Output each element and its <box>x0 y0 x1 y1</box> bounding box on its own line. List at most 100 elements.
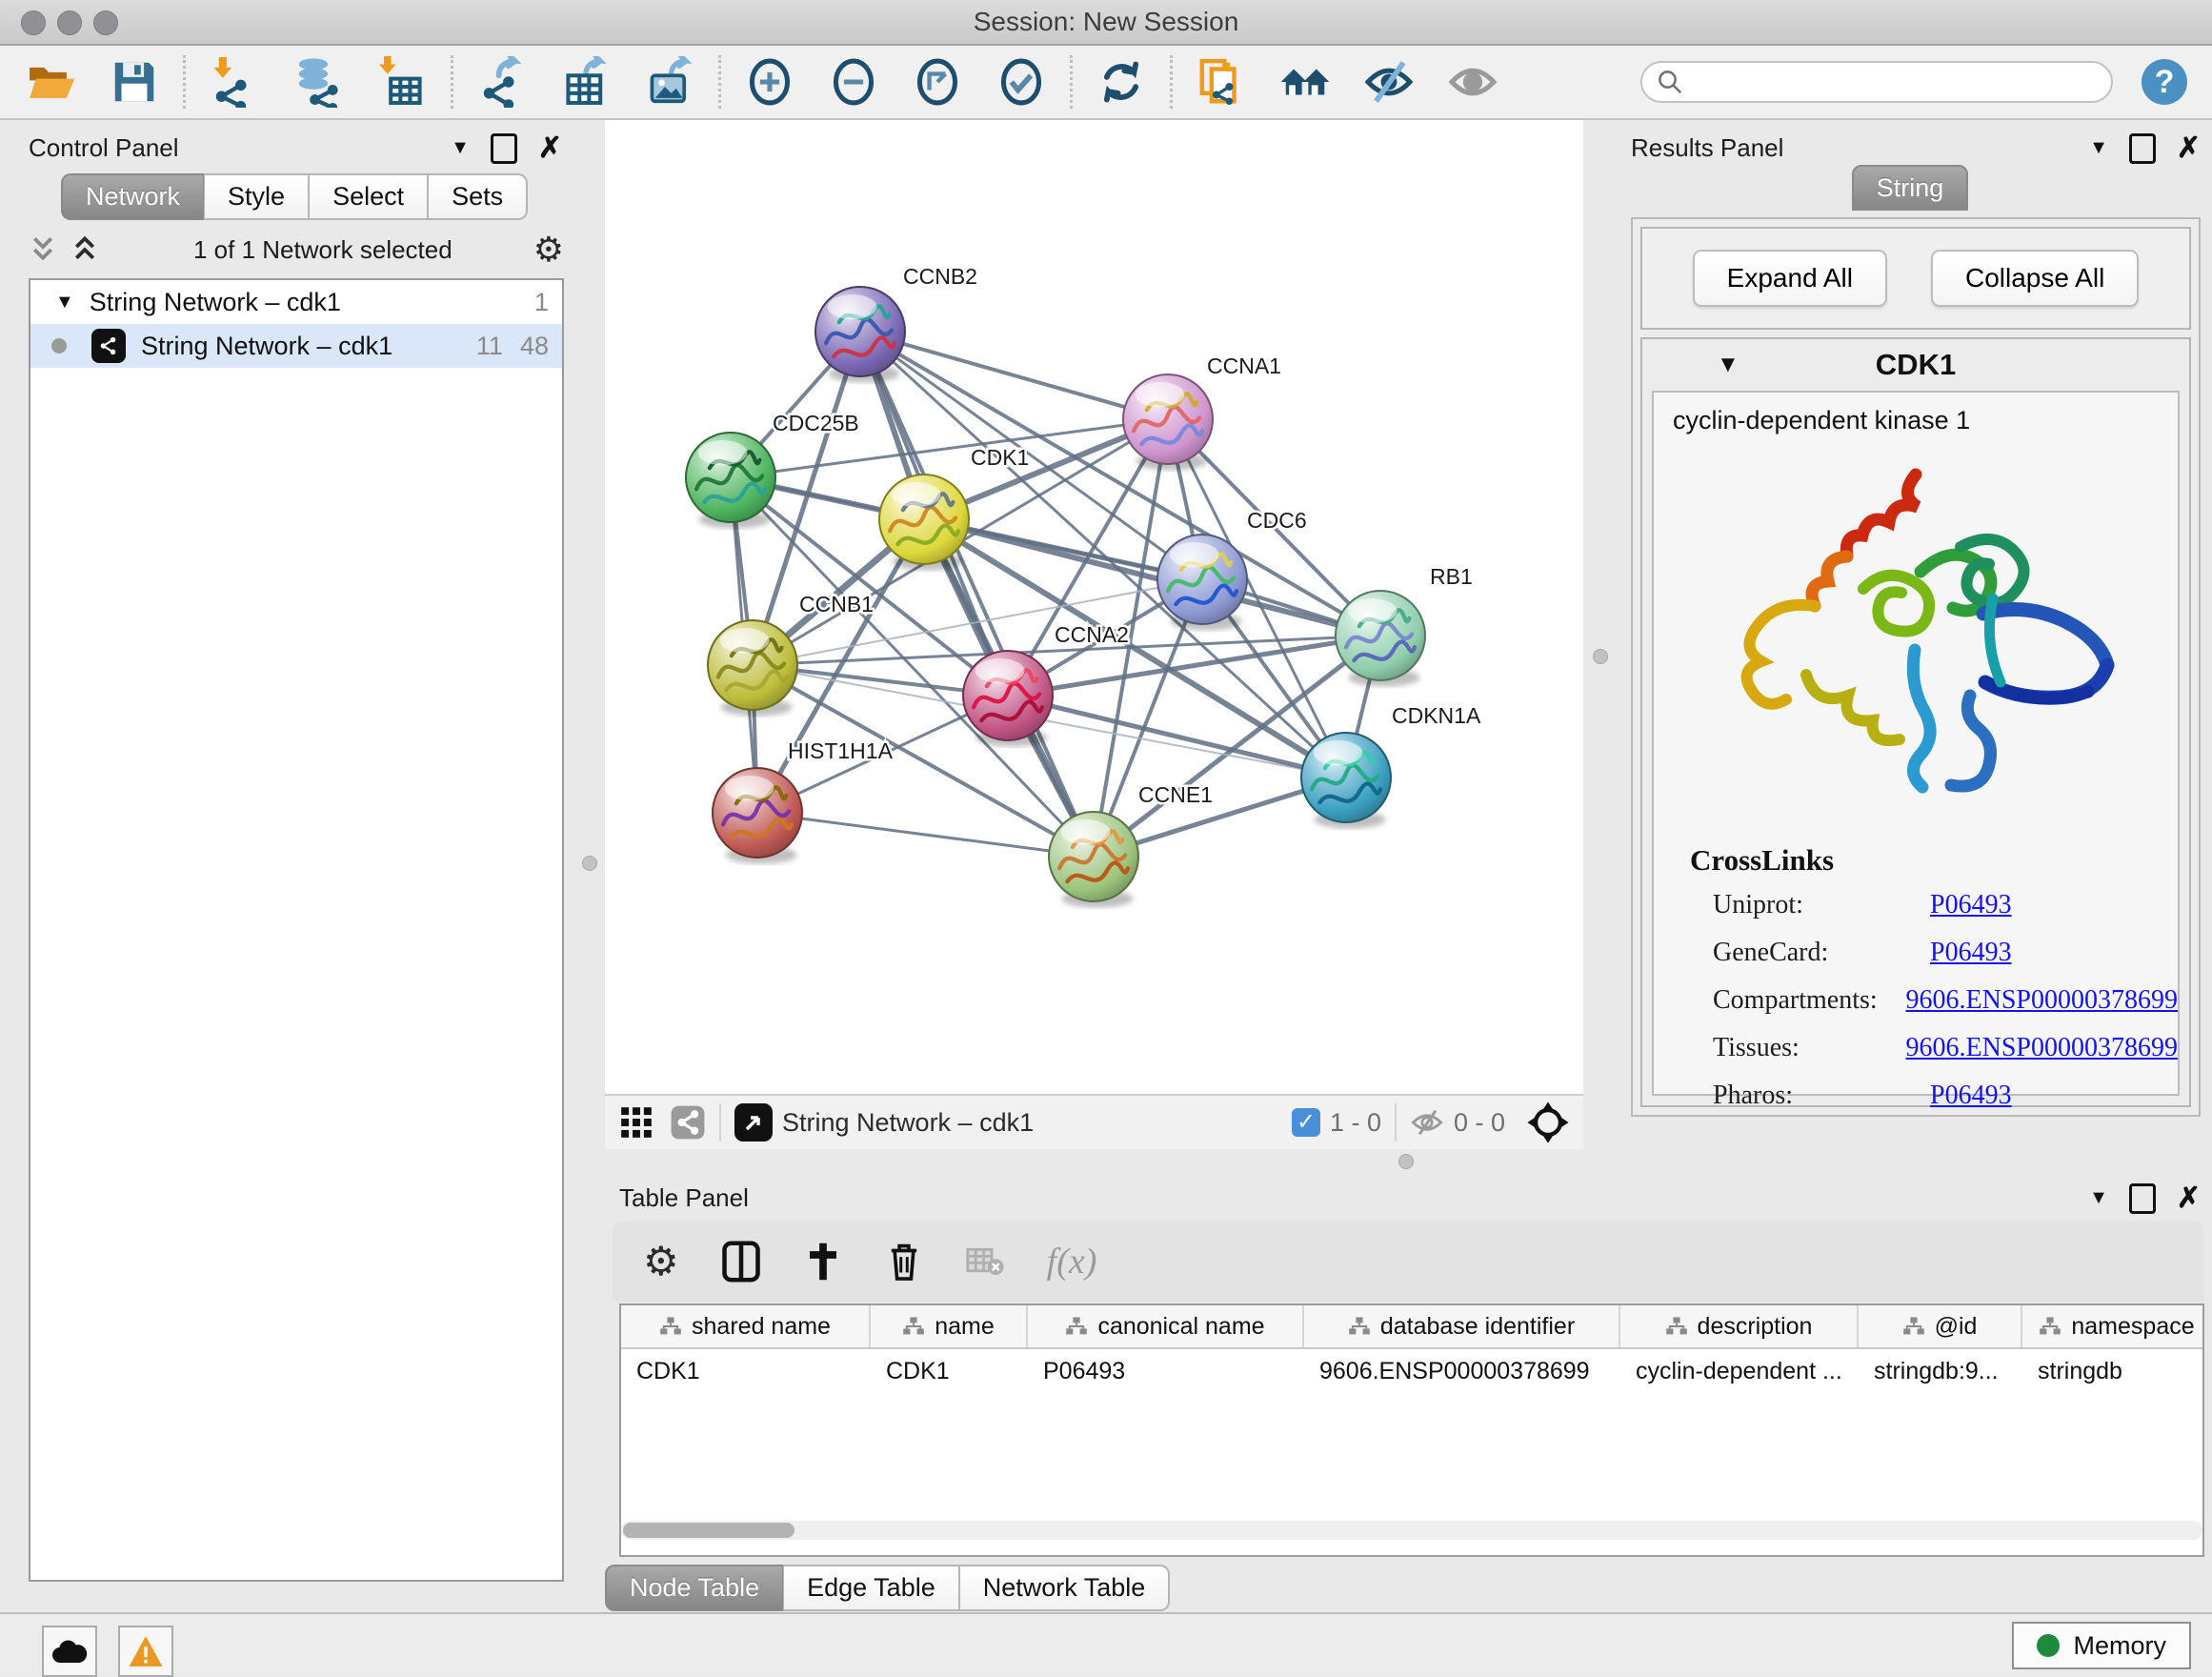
zoom-in-icon[interactable] <box>744 56 795 108</box>
network-list-icon[interactable] <box>670 1104 706 1141</box>
grid-view-icon[interactable] <box>618 1104 654 1141</box>
right-splitter-handle[interactable] <box>1593 649 1608 664</box>
network-edge-count: 48 <box>520 332 549 361</box>
table-horizontal-scrollbar[interactable] <box>621 1521 2202 1540</box>
add-column-icon[interactable] <box>803 1240 843 1283</box>
network-node-hist1h1a[interactable]: HIST1H1A <box>713 738 894 864</box>
zoom-fit-icon[interactable] <box>912 56 963 108</box>
tab-style[interactable]: Style <box>204 173 309 220</box>
column-header-description[interactable]: description <box>1620 1305 1859 1347</box>
crosslink-row: Pharos:P06493 <box>1654 1072 2178 1120</box>
save-session-icon[interactable] <box>109 56 160 108</box>
network-edge[interactable] <box>924 519 1380 636</box>
clone-network-icon[interactable] <box>1196 56 1247 108</box>
cloud-button[interactable] <box>42 1626 97 1677</box>
network-row[interactable]: String Network – cdk1 11 48 <box>30 324 562 368</box>
main-toolbar: ? <box>0 46 2212 120</box>
control-panel-float-icon[interactable] <box>491 133 517 164</box>
show-columns-icon[interactable] <box>721 1240 761 1283</box>
table-options-gear-icon[interactable]: ⚙ <box>643 1244 679 1279</box>
tab-node-table[interactable]: Node Table <box>605 1565 783 1611</box>
bottom-splitter-handle[interactable] <box>1398 1154 1414 1169</box>
table-panel-close-icon[interactable]: ✗ <box>2177 1182 2201 1215</box>
help-button[interactable]: ? <box>2142 59 2187 105</box>
zoom-selected-icon[interactable] <box>995 56 1047 108</box>
table-cell[interactable]: cyclin-dependent ... <box>1620 1349 1859 1393</box>
column-header-canonical-name[interactable]: canonical name <box>1028 1305 1304 1347</box>
table-cell[interactable]: P06493 <box>1028 1349 1304 1393</box>
hidden-eye-icon[interactable] <box>1410 1105 1444 1140</box>
tab-network-table[interactable]: Network Table <box>959 1565 1171 1611</box>
birds-eye-view-icon[interactable] <box>734 1103 773 1142</box>
table-panel-float-icon[interactable] <box>2129 1183 2156 1214</box>
table-cell[interactable]: stringdb:9... <box>1859 1349 2022 1393</box>
collapse-all-button[interactable]: Collapse All <box>1931 250 2139 307</box>
warnings-button[interactable] <box>118 1626 173 1677</box>
tab-network[interactable]: Network <box>61 173 204 220</box>
network-node-cdk1[interactable]: CDK1 <box>879 445 1029 571</box>
control-panel-menu-icon[interactable]: ▼ <box>451 137 470 159</box>
table-panel-menu-icon[interactable]: ▼ <box>2089 1187 2108 1209</box>
network-collection-row[interactable]: ▼ String Network – cdk1 1 <box>30 280 562 324</box>
collection-expand-icon[interactable]: ▼ <box>55 292 74 313</box>
tab-edge-table[interactable]: Edge Table <box>783 1565 959 1611</box>
results-panel-menu-icon[interactable]: ▼ <box>2089 137 2108 159</box>
welcome-screen-icon[interactable] <box>1279 56 1331 108</box>
column-header-id[interactable]: @id <box>1859 1305 2022 1347</box>
expand-all-button[interactable]: Expand All <box>1693 250 1887 307</box>
network-graph[interactable]: CCNB2CCNA1CDC25BCDK1CDC6RB1CCNB1CCNA2CDK… <box>605 120 1583 1094</box>
crosslink-link[interactable]: P06493 <box>1930 890 2012 920</box>
delete-column-icon[interactable] <box>885 1240 923 1283</box>
tab-sets[interactable]: Sets <box>428 173 528 220</box>
collapse-all-chevron-icon[interactable] <box>29 234 57 265</box>
import-table-icon[interactable] <box>376 56 428 108</box>
network-options-gear-icon[interactable]: ⚙ <box>533 232 564 267</box>
table-cell[interactable]: 9606.ENSP00000378699 <box>1304 1349 1620 1393</box>
crosslink-link[interactable]: 9606.ENSP00000378699 <box>1906 1033 2178 1063</box>
crosslink-link[interactable]: P06493 <box>1930 938 2012 968</box>
refresh-layout-icon[interactable] <box>1096 56 1147 108</box>
hide-selected-eye-icon[interactable] <box>1363 56 1415 108</box>
left-splitter-handle[interactable] <box>582 856 597 871</box>
import-network-file-icon[interactable] <box>209 56 260 108</box>
entry-collapse-icon[interactable]: ▼ <box>1717 352 1739 378</box>
import-network-database-icon[interactable] <box>292 56 344 108</box>
result-entry-header[interactable]: ▼ CDK1 <box>1642 339 2189 391</box>
network-row-label: String Network – cdk1 <box>141 332 392 361</box>
node-table[interactable]: shared namenamecanonical namedatabase id… <box>619 1303 2204 1557</box>
tab-string[interactable]: String <box>1852 165 1969 211</box>
network-node-ccne1[interactable]: CCNE1 <box>1049 782 1213 908</box>
tab-select[interactable]: Select <box>309 173 428 220</box>
table-cell[interactable]: CDK1 <box>621 1349 871 1393</box>
table-cell[interactable]: stringdb <box>2022 1349 2204 1393</box>
open-session-icon[interactable] <box>25 56 76 108</box>
expand-all-chevron-icon[interactable] <box>70 234 99 265</box>
column-header-shared-name[interactable]: shared name <box>621 1305 871 1347</box>
network-edge[interactable] <box>860 332 1094 857</box>
column-header-namespace[interactable]: namespace <box>2022 1305 2204 1347</box>
memory-button[interactable]: Memory <box>2012 1622 2191 1669</box>
results-panel-float-icon[interactable] <box>2129 133 2156 164</box>
table-row[interactable]: CDK1CDK1P064939606.ENSP00000378699cyclin… <box>621 1349 2202 1393</box>
zoom-out-icon[interactable] <box>828 56 879 108</box>
table-cell[interactable]: CDK1 <box>871 1349 1028 1393</box>
column-header-database-identifier[interactable]: database identifier <box>1304 1305 1620 1347</box>
crosslink-link[interactable]: 9606.ENSP00000378699 <box>1906 985 2178 1016</box>
search-input[interactable] <box>1640 61 2113 103</box>
network-edge[interactable] <box>757 813 1094 857</box>
graphics-details-eye-icon[interactable] <box>1447 56 1498 108</box>
export-network-icon[interactable] <box>476 56 528 108</box>
network-node-rb1[interactable]: RB1 <box>1336 564 1473 687</box>
column-header-name[interactable]: name <box>871 1305 1028 1347</box>
export-image-icon[interactable] <box>644 56 695 108</box>
network-canvas[interactable]: CCNB2CCNA1CDC25BCDK1CDC6RB1CCNB1CCNA2CDK… <box>605 120 1583 1094</box>
crosslink-link[interactable]: P06493 <box>1930 1081 2012 1111</box>
node-label: CDKN1A <box>1392 703 1481 728</box>
results-panel-close-icon[interactable]: ✗ <box>2177 131 2201 165</box>
scrollbar-thumb[interactable] <box>623 1523 794 1538</box>
selected-nodes-checkbox[interactable]: ✓ <box>1292 1108 1320 1137</box>
control-panel-close-icon[interactable]: ✗ <box>538 131 562 165</box>
export-table-icon[interactable] <box>560 56 612 108</box>
navigator-crosshair-icon[interactable] <box>1526 1101 1570 1144</box>
network-node-cdkn1a[interactable]: CDKN1A <box>1301 703 1481 829</box>
